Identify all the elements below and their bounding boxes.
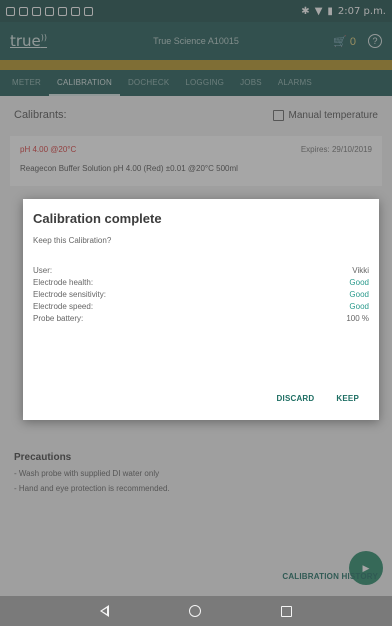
- detail-value: Vikki: [352, 266, 369, 275]
- navigation-bar: [0, 596, 392, 626]
- dialog-title: Calibration complete: [33, 211, 162, 226]
- back-icon[interactable]: [100, 605, 109, 617]
- detail-row-probe-battery: Probe battery: 100 %: [33, 313, 369, 325]
- detail-row-electrode-speed: Electrode speed: Good: [33, 301, 369, 313]
- detail-label: Electrode speed:: [33, 302, 94, 311]
- detail-label: Electrode sensitivity:: [33, 290, 106, 299]
- detail-label: Probe battery:: [33, 314, 84, 323]
- detail-label: Electrode health:: [33, 278, 94, 287]
- detail-value: 100 %: [346, 314, 369, 323]
- recent-apps-icon[interactable]: [281, 605, 292, 617]
- calibration-details: User: Vikki Electrode health: Good Elect…: [33, 265, 369, 325]
- keep-button[interactable]: KEEP: [336, 394, 359, 403]
- detail-value: Good: [349, 278, 369, 287]
- calibration-complete-dialog: Calibration complete Keep this Calibrati…: [23, 199, 379, 420]
- detail-label: User:: [33, 266, 53, 275]
- detail-value: Good: [349, 290, 369, 299]
- home-icon[interactable]: [189, 605, 201, 617]
- dialog-subtitle: Keep this Calibration?: [33, 236, 112, 245]
- detail-row-electrode-health: Electrode health: Good: [33, 277, 369, 289]
- detail-row-electrode-sensitivity: Electrode sensitivity: Good: [33, 289, 369, 301]
- detail-value: Good: [349, 302, 369, 311]
- discard-button[interactable]: DISCARD: [277, 394, 315, 403]
- detail-row-user: User: Vikki: [33, 265, 369, 277]
